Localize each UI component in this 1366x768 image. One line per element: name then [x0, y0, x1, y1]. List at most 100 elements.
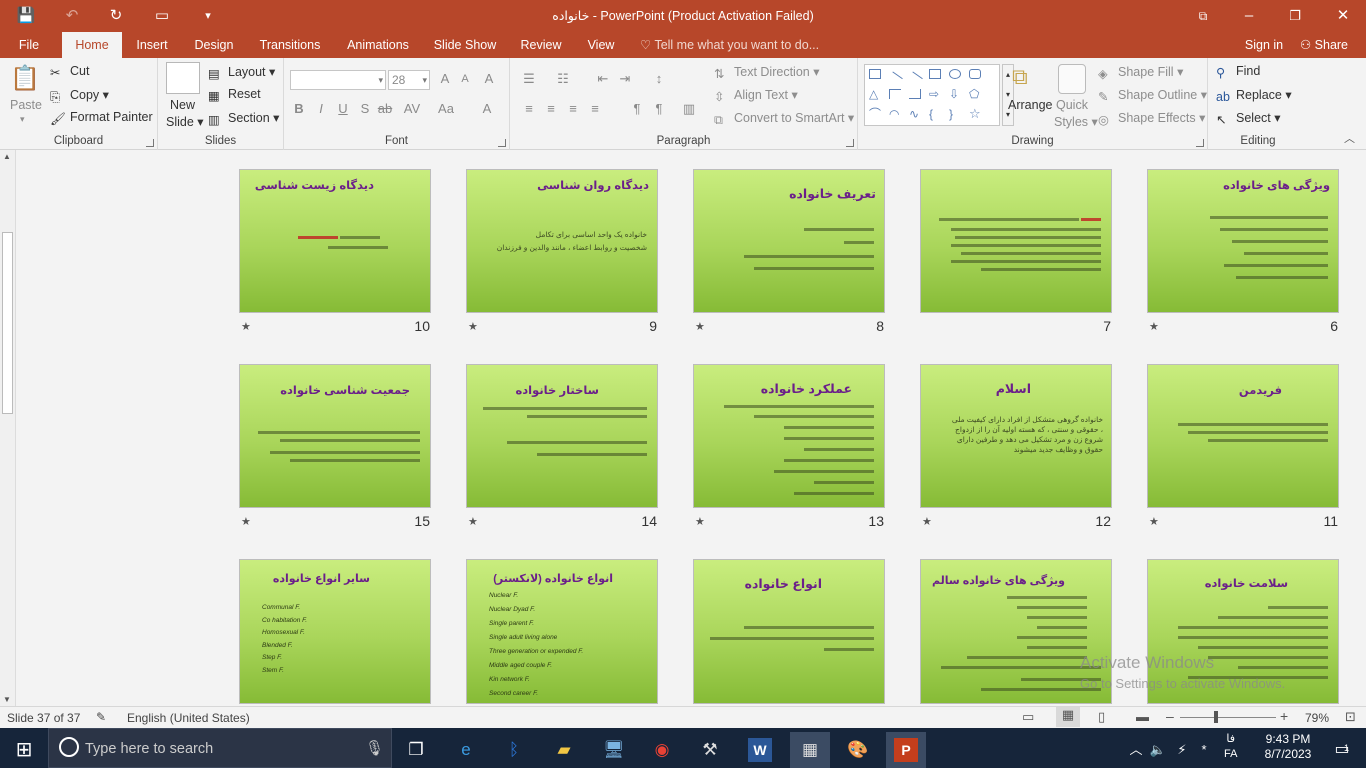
slide-sorter-view-icon[interactable]: ▦: [1056, 707, 1080, 727]
elbow-shape-icon[interactable]: [889, 89, 901, 99]
format-painter-button[interactable]: 🖌 Format Painter: [50, 110, 153, 126]
tab-view[interactable]: View: [582, 32, 620, 58]
arrow-shape-icon[interactable]: [907, 71, 923, 87]
oval-shape-icon[interactable]: [949, 69, 961, 79]
paint-icon[interactable]: 🎨: [838, 732, 878, 768]
language-indicator[interactable]: English (United States): [127, 711, 250, 725]
animation-star-icon[interactable]: ★: [695, 320, 705, 333]
tab-review[interactable]: Review: [514, 32, 568, 58]
arc-shape-icon[interactable]: ◠: [889, 108, 901, 120]
flowchart-shape-icon[interactable]: ⬠: [969, 88, 981, 100]
powerpoint-taskbar-button[interactable]: P: [886, 732, 926, 768]
shape-effects-button[interactable]: ◎ Shape Effects ▾: [1098, 110, 1205, 127]
collapse-ribbon-icon[interactable]: ︿: [1344, 130, 1355, 146]
file-explorer-icon[interactable]: ▰: [544, 732, 584, 768]
textbox-shape-icon[interactable]: [869, 69, 881, 79]
clock[interactable]: 9:43 PM 8/7/2023: [1256, 732, 1320, 762]
right-arrow-shape-icon[interactable]: ⇨: [929, 88, 941, 100]
restore-button[interactable]: ❐: [1272, 0, 1318, 32]
slide-thumbnail[interactable]: جمعیت شناسی خانواده: [239, 364, 431, 508]
scroll-up-icon[interactable]: ▲: [3, 152, 11, 161]
cut-button[interactable]: ✂ Cut: [50, 64, 89, 80]
triangle-shape-icon[interactable]: △: [869, 88, 881, 100]
computer-icon[interactable]: 🖥: [594, 732, 634, 768]
brace-right-shape-icon[interactable]: }: [949, 108, 961, 120]
zoom-out-icon[interactable]: –: [1166, 708, 1174, 724]
notifications-icon[interactable]: ▭ 1: [1322, 732, 1362, 768]
arrange-button[interactable]: Arrange: [1008, 98, 1052, 112]
tab-home[interactable]: Home: [62, 32, 122, 58]
edge-icon[interactable]: e: [446, 732, 486, 768]
share-button[interactable]: ⚇ Share: [1296, 32, 1352, 58]
animation-star-icon[interactable]: ★: [1149, 515, 1159, 528]
vertical-scrollbar[interactable]: ▲ ▼: [0, 150, 16, 706]
drawing-launcher-icon[interactable]: [1196, 139, 1204, 147]
tell-me-box[interactable]: ♡ Tell me what you want to do...: [640, 32, 840, 58]
font-size-combo[interactable]: 28: [388, 70, 430, 90]
windows-start-icon[interactable]: ⊞: [4, 732, 44, 768]
find-button[interactable]: ⚲ Find: [1216, 64, 1260, 80]
quick-styles-button[interactable]: Quick: [1056, 98, 1088, 112]
animation-star-icon[interactable]: ★: [241, 515, 251, 528]
tab-insert[interactable]: Insert: [130, 32, 174, 58]
strikethrough-icon[interactable]: ab: [376, 100, 394, 118]
task-view-icon[interactable]: ❐: [396, 732, 436, 768]
animation-star-icon[interactable]: ★: [1149, 320, 1159, 333]
slide-thumbnail[interactable]: فریدمن: [1147, 364, 1339, 508]
new-slide-button[interactable]: New: [170, 98, 195, 112]
slideshow-view-icon[interactable]: ▬: [1136, 709, 1149, 724]
decrease-indent-icon[interactable]: ⇤: [594, 70, 612, 88]
slide-thumbnail[interactable]: دیدگاه زیست شناسی: [239, 169, 431, 313]
spacing-icon[interactable]: AV: [400, 100, 424, 118]
slide-thumbnail[interactable]: اسلام خانواده گروهی متشکل از افراد دارای…: [920, 364, 1112, 508]
select-button[interactable]: ↖ Select ▾: [1216, 110, 1281, 127]
justify-icon[interactable]: ≡: [586, 100, 604, 118]
slide-thumbnail[interactable]: دیدگاه روان شناسی خانواده یک واحد اساسی …: [466, 169, 658, 313]
arrange-icon[interactable]: ⧉: [1012, 64, 1042, 94]
section-button[interactable]: ▥ Section ▾: [208, 110, 279, 127]
change-case-icon[interactable]: Aa: [432, 100, 460, 118]
down-arrow-shape-icon[interactable]: ⇩: [949, 88, 961, 100]
paste-dropdown-icon[interactable]: ▾: [20, 114, 25, 125]
animation-star-icon[interactable]: ★: [241, 320, 251, 333]
normal-view-icon[interactable]: ▭: [1022, 709, 1034, 725]
zoom-slider[interactable]: [1180, 717, 1276, 718]
microphone-icon[interactable]: 🎙: [365, 739, 384, 757]
paragraph-launcher-icon[interactable]: [846, 139, 854, 147]
quick-styles-icon[interactable]: [1058, 64, 1086, 94]
increase-indent-icon[interactable]: ⇥: [616, 70, 634, 88]
shape-fill-button[interactable]: ◈ Shape Fill ▾: [1098, 64, 1183, 81]
spellcheck-icon[interactable]: ✎: [96, 710, 106, 724]
freeform-shape-icon[interactable]: ∿: [909, 108, 921, 120]
minimize-button[interactable]: –: [1226, 0, 1272, 32]
animation-star-icon[interactable]: ★: [468, 320, 478, 333]
slide-thumbnail[interactable]: ویژگی های خانواده: [1147, 169, 1339, 313]
shape-outline-button[interactable]: ✎ Shape Outline ▾: [1098, 87, 1207, 104]
rtl-icon[interactable]: ¶: [650, 100, 668, 118]
tab-slide-show[interactable]: Slide Show: [430, 32, 500, 58]
clipboard-launcher-icon[interactable]: [146, 139, 154, 147]
ltr-icon[interactable]: ¶: [628, 100, 646, 118]
bullets-icon[interactable]: ☰: [520, 70, 538, 88]
text-direction-button[interactable]: ⇅ Text Direction ▾: [714, 64, 819, 81]
copy-button[interactable]: ⎘ Copy ▾: [50, 87, 109, 104]
layout-button[interactable]: ▤ Layout ▾: [208, 64, 275, 81]
new-slide-icon[interactable]: [166, 62, 200, 94]
underline-icon[interactable]: U: [334, 100, 352, 118]
slide-thumbnail[interactable]: سایر انواع خانواده Communal F. Co habitat…: [239, 559, 431, 704]
star-shape-icon[interactable]: ☆: [969, 107, 981, 120]
ribbon-display-icon[interactable]: ⧉: [1180, 0, 1226, 32]
line-shape-icon[interactable]: [887, 71, 903, 87]
curve-shape-icon[interactable]: ⌒: [869, 108, 881, 120]
paste-icon[interactable]: 📋: [10, 64, 40, 98]
font-launcher-icon[interactable]: [498, 139, 506, 147]
clear-format-icon[interactable]: A: [480, 70, 498, 88]
quick-styles-button-line2[interactable]: Styles ▾: [1054, 114, 1098, 129]
slide-thumbnail[interactable]: ساختار خانواده: [466, 364, 658, 508]
tab-animations[interactable]: Animations: [340, 32, 416, 58]
zoom-in-icon[interactable]: +: [1280, 708, 1288, 724]
slide-thumbnail[interactable]: عملکرد خانواده: [693, 364, 885, 508]
input-language[interactable]: فا FA: [1224, 732, 1237, 762]
decrease-font-icon[interactable]: A: [456, 70, 474, 88]
slide-thumbnail[interactable]: تعریف خانواده: [693, 169, 885, 313]
